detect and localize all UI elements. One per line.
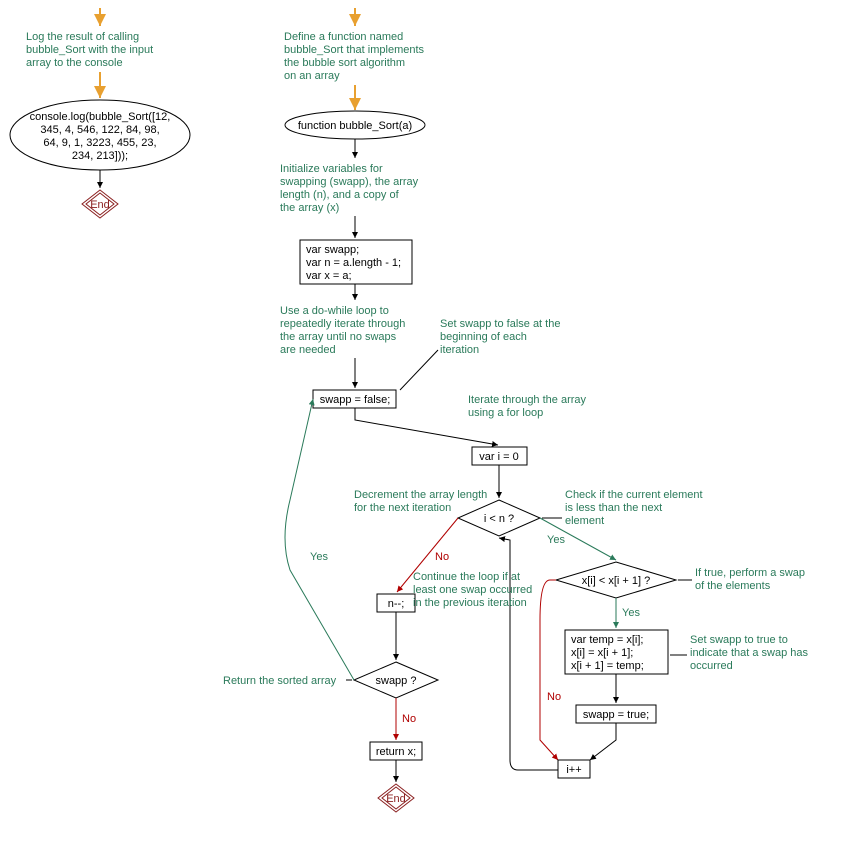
var-i-label: var i = 0	[479, 451, 518, 463]
ndec-label: n--;	[388, 598, 405, 610]
annot-log-l2: bubble_Sort with the input	[26, 44, 153, 56]
annot-settrue-l2: indicate that a swap has	[690, 647, 809, 659]
annot-def-l1: Define a function named	[284, 31, 403, 43]
annot-settrue-l3: occurred	[690, 660, 733, 672]
annot-init-l4: the array (x)	[280, 202, 339, 214]
annot-init-l1: Initialize variables for	[280, 163, 383, 175]
annot-swap-l2: of the elements	[695, 580, 771, 592]
call-l3: 64, 9, 1, 3223, 455, 23,	[43, 137, 156, 149]
cond-i-yes-label: Yes	[547, 534, 565, 546]
annot-swap-l1: If true, perform a swap	[695, 567, 805, 579]
end-right-label: End	[386, 793, 406, 805]
annot-dec-l2: for the next iteration	[354, 502, 451, 514]
annot-cont-l3: in the previous iteration	[413, 597, 527, 609]
annot-settrue-l1: Set swapp to true to	[690, 634, 788, 646]
swap-l1: var temp = x[i];	[571, 634, 643, 646]
annot-def-l2: bubble_Sort that implements	[284, 44, 425, 56]
annot-do-l3: the array until no swaps	[280, 331, 397, 343]
init-l1: var swapp;	[306, 244, 359, 256]
annot-init-l2: swapping (swapp), the array	[280, 176, 419, 188]
cond-x-yes-label: Yes	[622, 607, 640, 619]
annot-def-l3: the bubble sort algorithm	[284, 57, 405, 69]
annot-setfalse-l1: Set swapp to false at the	[440, 318, 560, 330]
annot-do-l4: are needed	[280, 344, 336, 356]
annot-check-l1: Check if the current element	[565, 489, 703, 501]
swapp-true-label: swapp = true;	[583, 709, 649, 721]
ipp-label: i++	[566, 764, 581, 776]
arrow-true-to-ipp	[590, 723, 616, 760]
cond-i-label: i < n ?	[484, 513, 514, 525]
end-left-label: End	[90, 199, 110, 211]
annot-setfalse-l3: iteration	[440, 344, 479, 356]
call-l4: 234, 213]));	[72, 150, 128, 162]
annot-for-l2: using a for loop	[468, 407, 543, 419]
annot-for-l1: Iterate through the array	[468, 394, 587, 406]
end-right: End	[378, 784, 414, 812]
init-l3: var x = a;	[306, 270, 352, 282]
annot-log-l1: Log the result of calling	[26, 31, 139, 43]
annot-setfalse-l2: beginning of each	[440, 331, 527, 343]
flowchart: Log the result of calling bubble_Sort wi…	[0, 0, 842, 865]
cond-swapp-label: swapp ?	[376, 675, 417, 687]
call-l1: console.log(bubble_Sort([12,	[30, 111, 171, 123]
swap-l2: x[i] = x[i + 1];	[571, 647, 633, 659]
annot-def-l4: on an array	[284, 70, 340, 82]
swap-l3: x[i + 1] = temp;	[571, 660, 644, 672]
annot-log-l3: array to the console	[26, 57, 123, 69]
cond-swapp-yes-label: Yes	[310, 551, 328, 563]
annot-dec-l1: Decrement the array length	[354, 489, 487, 501]
cond-x-no-label: No	[547, 691, 561, 703]
func-label: function bubble_Sort(a)	[298, 120, 412, 132]
annot-check-l3: element	[565, 515, 604, 527]
annot-do-l2: repeatedly iterate through	[280, 318, 405, 330]
annot-cont-l2: least one swap occurred	[413, 584, 532, 596]
annot-check-l2: is less than the next	[565, 502, 662, 514]
cond-swapp-yes-arrow	[285, 399, 354, 680]
cond-x-no-arrow	[540, 580, 558, 760]
end-left: End	[82, 190, 118, 218]
call-l2: 345, 4, 546, 122, 84, 98,	[40, 124, 159, 136]
init-l2: var n = a.length - 1;	[306, 257, 401, 269]
return-label: return x;	[376, 746, 416, 758]
cond-i-no-label: No	[435, 551, 449, 563]
swapp-false-label: swapp = false;	[320, 394, 391, 406]
cond-swapp-no-label: No	[402, 713, 416, 725]
annot-do-l1: Use a do-while loop to	[280, 305, 389, 317]
annot-init-l3: length (n), and a copy of	[280, 189, 400, 201]
annot-setfalse-leader	[400, 350, 438, 390]
annot-ret: Return the sorted array	[223, 675, 337, 687]
annot-cont-l1: Continue the loop if at	[413, 571, 520, 583]
cond-x-label: x[i] < x[i + 1] ?	[582, 575, 650, 587]
